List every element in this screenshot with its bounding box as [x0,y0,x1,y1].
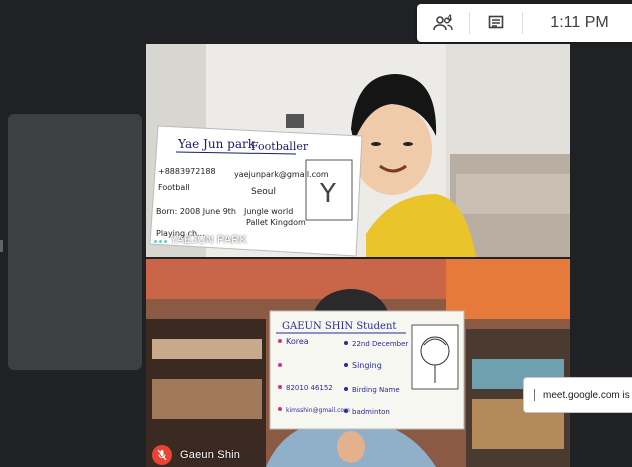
svg-text:kimsshin@gmail.com: kimsshin@gmail.com [286,407,350,414]
speaking-indicator [154,240,167,243]
svg-text:Seoul: Seoul [251,187,276,197]
chat-button[interactable] [470,4,522,42]
chat-icon [488,15,504,29]
participants-button[interactable]: 4 [417,4,469,42]
mic-off-icon [152,445,172,465]
clock: 1:11 PM [550,14,609,31]
participant-tile-yaejun[interactable]: Yae Jun park Footballer +8883972188 yaej… [146,44,570,257]
video-frame-gaeun: GAEUN SHIN Student Korea 22nd December S… [146,259,570,467]
toast-handle [534,389,535,401]
svg-text:Born: 2008 June 9th: Born: 2008 June 9th [156,207,236,216]
participant-name: YAEJUN PARK [170,234,247,246]
svg-text:22nd December: 22nd December [352,340,408,348]
svg-text:Football: Football [158,183,190,192]
screen-share-toast[interactable]: meet.google.com is [523,377,632,413]
participant-tile-gaeun[interactable]: GAEUN SHIN Student Korea 22nd December S… [146,259,570,467]
svg-text:Singing: Singing [352,361,382,370]
svg-text:Y: Y [319,179,336,209]
toast-text: meet.google.com is [543,389,630,401]
svg-text:yaejunpark@gmail.com: yaejunpark@gmail.com [234,170,329,179]
participant-name: Gaeun Shin [180,449,241,461]
card-role: Footballer [251,140,309,153]
top-controls-bar: 4 1:11 PM [417,4,632,42]
svg-text:+8883972188: +8883972188 [158,167,216,176]
svg-text:82010 46152: 82010 46152 [286,384,333,392]
svg-text:Pallet Kingdom: Pallet Kingdom [246,218,306,227]
card-title: Yae Jun park [177,137,256,151]
video-frame-yaejun: Yae Jun park Footballer +8883972188 yaej… [146,44,570,257]
svg-text:Birding Name: Birding Name [352,386,400,394]
svg-text:Jungle world: Jungle world [243,207,293,216]
participant-tile-empty[interactable] [8,114,142,370]
svg-text:Korea: Korea [286,337,309,346]
participants-count: 4 [447,13,453,23]
card-title: GAEUN SHIN Student [282,321,396,332]
left-edge-handle [0,240,3,252]
svg-text:badminton: badminton [352,408,390,416]
